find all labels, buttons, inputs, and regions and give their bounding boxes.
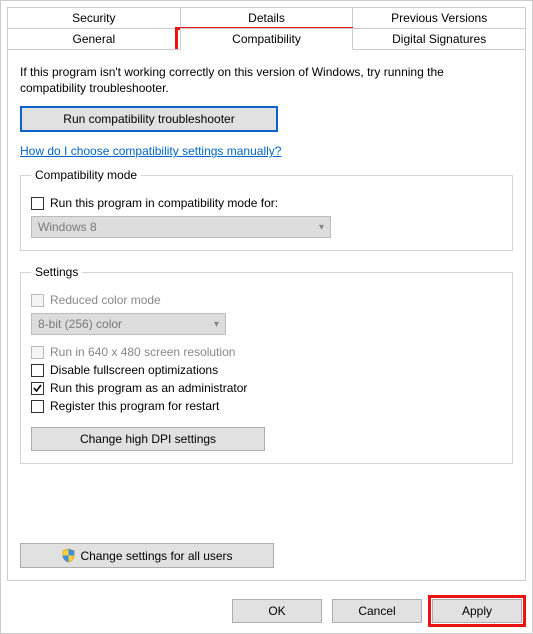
reduced-color-checkbox <box>31 294 44 307</box>
tab-compatibility[interactable]: Compatibility <box>180 28 354 50</box>
register-restart-checkbox[interactable] <box>31 400 44 413</box>
properties-dialog: Security Details Previous Versions Gener… <box>0 0 533 634</box>
run-as-admin-label: Run this program as an administrator <box>50 381 247 395</box>
tab-strip: Security Details Previous Versions Gener… <box>7 7 526 50</box>
compat-mode-checkbox[interactable] <box>31 197 44 210</box>
dialog-buttons: OK Cancel Apply <box>232 599 522 623</box>
tab-general[interactable]: General <box>7 28 181 50</box>
settings-group: Settings Reduced color mode 8-bit (256) … <box>20 265 513 464</box>
run-640-checkbox <box>31 346 44 359</box>
tab-digital-signatures[interactable]: Digital Signatures <box>352 28 526 50</box>
intro-text: If this program isn't working correctly … <box>20 64 513 96</box>
chevron-down-icon: ▾ <box>214 319 219 330</box>
manual-settings-link[interactable]: How do I choose compatibility settings m… <box>20 144 281 158</box>
run-as-admin-checkbox[interactable] <box>31 382 44 395</box>
compat-mode-checkbox-label: Run this program in compatibility mode f… <box>50 196 278 210</box>
register-restart-label: Register this program for restart <box>50 399 219 413</box>
tab-details[interactable]: Details <box>180 7 354 28</box>
compat-mode-select[interactable]: Windows 8 ▾ <box>31 216 331 238</box>
chevron-down-icon: ▾ <box>319 222 324 233</box>
compatibility-tab-page: If this program isn't working correctly … <box>7 49 526 581</box>
run-troubleshooter-button[interactable]: Run compatibility troubleshooter <box>20 106 278 132</box>
disable-fullscreen-checkbox[interactable] <box>31 364 44 377</box>
compatibility-mode-group: Compatibility mode Run this program in c… <box>20 168 513 251</box>
color-mode-select: 8-bit (256) color ▾ <box>31 313 226 335</box>
reduced-color-label: Reduced color mode <box>50 293 161 307</box>
ok-button[interactable]: OK <box>232 599 322 623</box>
change-dpi-button[interactable]: Change high DPI settings <box>31 427 265 451</box>
cancel-button[interactable]: Cancel <box>332 599 422 623</box>
disable-fullscreen-label: Disable fullscreen optimizations <box>50 363 218 377</box>
compatibility-mode-legend: Compatibility mode <box>31 168 141 182</box>
tab-previous-versions[interactable]: Previous Versions <box>352 7 526 28</box>
apply-button[interactable]: Apply <box>432 599 522 623</box>
change-all-users-label: Change settings for all users <box>80 549 232 563</box>
run-640-label: Run in 640 x 480 screen resolution <box>50 345 235 359</box>
compat-mode-select-value: Windows 8 <box>38 220 97 234</box>
color-mode-select-value: 8-bit (256) color <box>38 317 122 331</box>
settings-legend: Settings <box>31 265 82 279</box>
tab-security[interactable]: Security <box>7 7 181 28</box>
change-all-users-button[interactable]: Change settings for all users <box>20 543 274 568</box>
shield-icon <box>61 548 76 563</box>
